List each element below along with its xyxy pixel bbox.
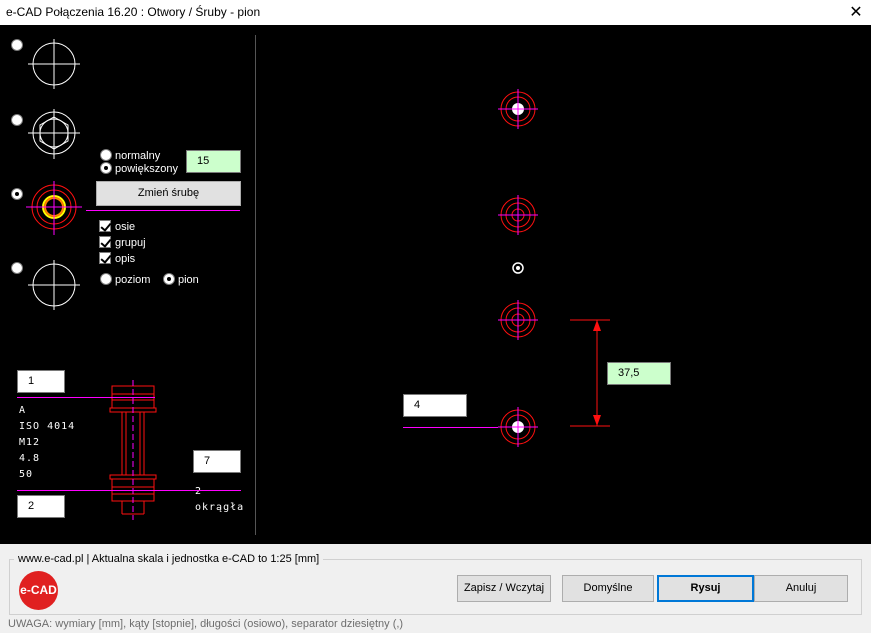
size-enlarged-label: powiększony [115, 163, 178, 175]
title-bar: e-CAD Połączenia 16.20 : Otwory / Śruby … [0, 0, 871, 25]
bolt-top-field[interactable]: 1 [17, 370, 65, 393]
orientation-vertical-label: pion [178, 274, 199, 286]
enlarge-value-input[interactable]: 15 [186, 150, 241, 173]
description-checkbox[interactable] [99, 252, 111, 264]
hole-type-2-icon [28, 109, 80, 159]
bolt-right-note: 2 okrągła [195, 486, 245, 513]
orientation-horizontal-radio[interactable] [100, 273, 112, 285]
hole-type-3-axis-line [86, 210, 240, 211]
drawing-canvas: normalny powiększony 15 Zmień śrubę osie… [0, 25, 871, 544]
hole-type-4-radio[interactable] [11, 262, 23, 274]
hole-type-2-radio[interactable] [11, 114, 23, 126]
draw-button[interactable]: Rysuj [657, 575, 754, 602]
hole-type-3-radio[interactable] [11, 188, 23, 200]
bolt-description: A ISO 4014 M12 4.8 50 [19, 405, 76, 480]
bolt-bottom-leader [17, 490, 241, 491]
panel-divider [255, 35, 256, 535]
hole-type-3-icon [26, 181, 82, 235]
scale-info: www.e-cad.pl | Aktualna skala i jednostk… [14, 553, 324, 565]
group-label: grupuj [115, 237, 146, 249]
close-icon[interactable]: ✕ [841, 0, 871, 25]
hole-preview [498, 89, 538, 447]
bolt-top-leader [17, 397, 155, 398]
bolt-drawing [109, 380, 157, 520]
change-bolt-button[interactable]: Zmień śrubę [96, 181, 241, 206]
hole-count-field[interactable]: 4 [403, 394, 467, 417]
hole-count-leader [403, 427, 498, 428]
preview-hole-3 [498, 300, 538, 340]
preview-center-marker [512, 262, 524, 274]
spacing-field[interactable]: 37,5 [607, 362, 671, 385]
hole-type-1-icon [28, 39, 80, 89]
axes-checkbox[interactable] [99, 220, 111, 232]
size-normal-label: normalny [115, 150, 161, 162]
bolt-bottom-field[interactable]: 2 [17, 495, 65, 518]
preview-hole-4 [498, 407, 538, 447]
orientation-horizontal-label: poziom [115, 274, 151, 286]
preview-hole-1 [498, 89, 538, 129]
ecad-logo: e-CAD [19, 571, 58, 610]
group-checkbox[interactable] [99, 236, 111, 248]
hole-type-1-radio[interactable] [11, 39, 23, 51]
bolt-right-field[interactable]: 7 [193, 450, 241, 473]
defaults-button[interactable]: Domyślne [562, 575, 654, 602]
axes-label: osie [115, 221, 136, 233]
description-label: opis [115, 253, 136, 265]
cancel-button[interactable]: Anuluj [754, 575, 848, 602]
size-normal-radio[interactable] [100, 149, 112, 161]
units-note: UWAGA: wymiary [mm], kąty [stopnie], dłu… [8, 618, 404, 630]
hole-type-4-icon [28, 260, 80, 310]
save-load-button[interactable]: Zapisz / Wczytaj [457, 575, 551, 602]
size-enlarged-radio[interactable] [100, 162, 112, 174]
preview-hole-2 [498, 195, 538, 235]
orientation-vertical-radio[interactable] [163, 273, 175, 285]
window-title: e-CAD Połączenia 16.20 : Otwory / Śruby … [6, 5, 261, 19]
